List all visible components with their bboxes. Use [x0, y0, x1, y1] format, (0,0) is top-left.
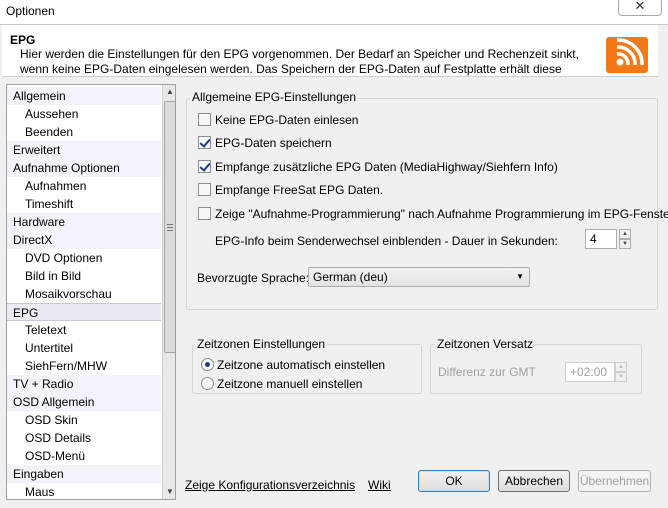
save-epg-label: EPG-Daten speichern [215, 136, 332, 150]
page-title: EPG [10, 33, 36, 47]
sidebar-item-osd-details[interactable]: OSD Details [7, 429, 161, 447]
channel-change-label: EPG-Info beim Senderwechsel einblenden -… [215, 234, 558, 248]
sidebar-item-osd-skin[interactable]: OSD Skin [7, 411, 161, 429]
gmt-offset-input[interactable]: +02:00 [565, 362, 615, 382]
timezone-group-title: Zeitzonen Einstellungen [195, 337, 328, 351]
apply-button[interactable]: Übernehmen [578, 470, 651, 492]
no-epg-label: Keine EPG-Daten einlesen [215, 113, 359, 127]
sidebar-scrollbar[interactable]: ▲ ▼ [162, 85, 175, 499]
grip-icon [167, 224, 173, 231]
close-button[interactable]: ✕ [618, 0, 662, 16]
sidebar-item-osd-allgemein[interactable]: OSD Allgemein [7, 393, 161, 411]
sidebar-item-mosaikvorschau[interactable]: Mosaikvorschau [7, 285, 161, 303]
sidebar-item-erweitert[interactable]: Erweitert [7, 141, 161, 159]
page-header: EPG Hier werden die Einstellungen für de… [2, 25, 658, 77]
sidebar-item-timeshift[interactable]: Timeshift [7, 195, 161, 213]
scrollbar-thumb[interactable] [164, 101, 175, 353]
close-icon: ✕ [634, 0, 646, 13]
timezone-auto-radio[interactable] [201, 358, 214, 371]
sidebar-item-osd-menü[interactable]: OSD-Menü [7, 447, 161, 465]
freesat-epg-checkbox[interactable] [198, 183, 211, 196]
gmt-offset-label: Differenz zur GMT [438, 365, 536, 379]
scroll-up-icon[interactable]: ▲ [163, 85, 175, 99]
sidebar-item-siehfern-mhw[interactable]: SiehFern/MHW [7, 357, 161, 375]
epg-general-group-title: Allgemeine EPG-Einstellungen [190, 90, 359, 104]
sidebar-item-bild-in-bild[interactable]: Bild in Bild [7, 267, 161, 285]
offset-group-title: Zeitzonen Versatz [435, 337, 536, 351]
config-directory-link[interactable]: Zeige Konfigurationsverzeichnis [185, 478, 355, 492]
sidebar-item-allgemein[interactable]: Allgemein [7, 87, 161, 105]
sidebar-item-aussehen[interactable]: Aussehen [7, 105, 161, 123]
sidebar-item-untertitel[interactable]: Untertitel [7, 339, 161, 357]
sidebar-item-aufnahme-optionen[interactable]: Aufnahme Optionen [7, 159, 161, 177]
sidebar-item-beenden[interactable]: Beenden [7, 123, 161, 141]
sidebar-item-epg[interactable]: EPG [7, 303, 161, 321]
show-recording-checkbox[interactable] [198, 207, 211, 220]
save-epg-checkbox[interactable] [198, 136, 211, 149]
sidebar-item-directx[interactable]: DirectX [7, 231, 161, 249]
sidebar-item-dvd-optionen[interactable]: DVD Optionen [7, 249, 161, 267]
show-recording-label: Zeige "Aufnahme-Programmierung" nach Auf… [215, 207, 668, 221]
window-title: Optionen [6, 4, 55, 18]
sidebar-item-teletext[interactable]: Teletext [7, 321, 161, 339]
chevron-down-icon: ▼ [516, 272, 524, 281]
language-label: Bevorzugte Sprache: [197, 271, 310, 285]
scroll-down-icon[interactable]: ▼ [163, 485, 175, 499]
page-description: Hier werden die Einstellungen für den EP… [20, 47, 579, 76]
channel-change-duration-input[interactable]: 4 [585, 229, 617, 249]
ok-button[interactable]: OK [418, 470, 490, 492]
spin-up-icon[interactable]: ▲ [619, 229, 631, 239]
offset-spin-down-icon[interactable]: ▼ [615, 372, 627, 382]
sidebar-item-tv-radio[interactable]: TV + Radio [7, 375, 161, 393]
no-epg-checkbox[interactable] [198, 113, 211, 126]
title-bar: Optionen ✕ [0, 0, 668, 24]
timezone-manual-radio[interactable] [201, 377, 214, 390]
offset-spin-up-icon[interactable]: ▲ [615, 362, 627, 372]
extra-epg-label: Empfange zusätzliche EPG Daten (MediaHig… [215, 160, 558, 174]
timezone-auto-label: Zeitzone automatisch einstellen [217, 358, 386, 372]
sidebar-item-hardware[interactable]: Hardware [7, 213, 161, 231]
language-select-value: German (deu) [313, 270, 388, 284]
rss-icon [606, 37, 648, 73]
sidebar-item-maus[interactable]: Maus [7, 483, 161, 499]
cancel-button[interactable]: Abbrechen [498, 470, 570, 492]
sidebar-item-eingaben[interactable]: Eingaben [7, 465, 161, 483]
wiki-link[interactable]: Wiki [368, 478, 391, 492]
spin-down-icon[interactable]: ▼ [619, 239, 631, 249]
timezone-manual-label: Zeitzone manuell einstellen [217, 377, 363, 391]
language-select[interactable]: German (deu) ▼ [308, 267, 530, 287]
sidebar-item-aufnahmen[interactable]: Aufnahmen [7, 177, 161, 195]
category-tree[interactable]: Allgemein Aussehen Beenden Erweitert Aufnahm… [6, 84, 176, 500]
freesat-epg-label: Empfange FreeSat EPG Daten. [215, 183, 384, 197]
extra-epg-checkbox[interactable] [198, 160, 211, 173]
